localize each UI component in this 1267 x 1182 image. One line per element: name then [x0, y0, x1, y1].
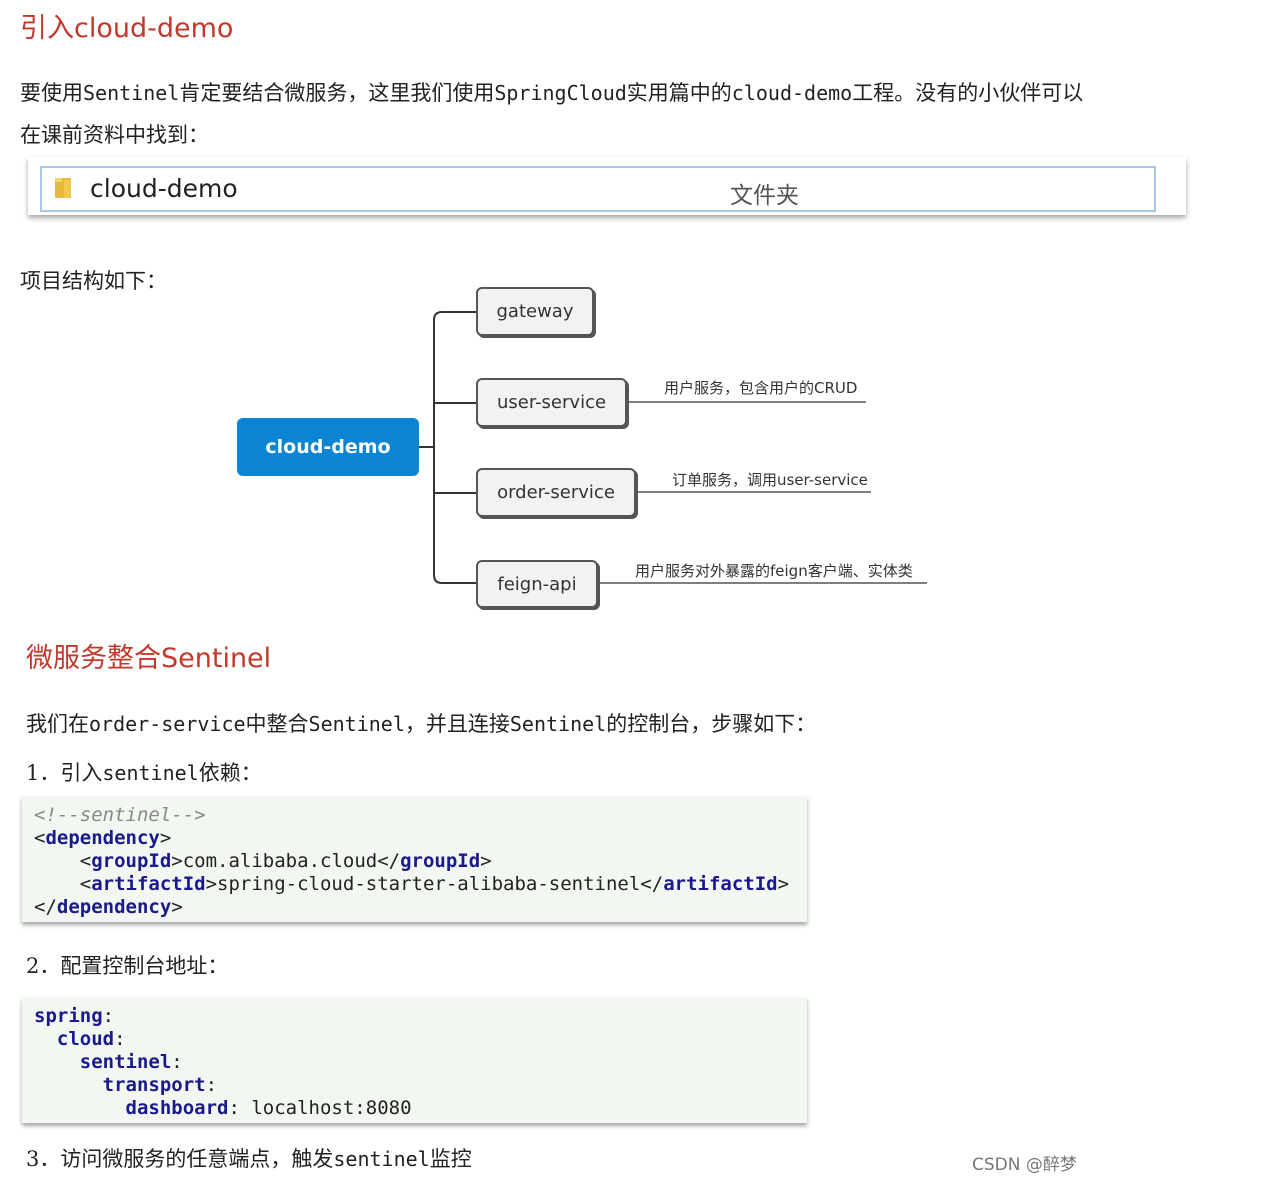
code-line-artifactid: <artifactId>spring-cloud-starter-alibaba…	[34, 873, 790, 895]
sentinel-intro-paragraph: 我们在order-service中整合Sentinel，并且连接Sentinel…	[26, 703, 816, 745]
mindmap-root-node: cloud-demo	[237, 418, 419, 476]
yaml-line-cloud: cloud:	[56, 1028, 126, 1050]
yaml-key: spring	[34, 1005, 103, 1027]
text-run: 中整合	[245, 712, 309, 736]
xml-value: spring-cloud-starter-alibaba-sentinel	[217, 873, 641, 895]
xml-tag: artifactId	[91, 873, 206, 895]
xml-value: com.alibaba.cloud	[182, 850, 378, 872]
text-run: 的控制台，步骤如下：	[606, 712, 817, 736]
text-run: 监控	[429, 1147, 472, 1171]
mindmap-note-user-service: 用户服务，包含用户的CRUD	[664, 379, 858, 397]
text-run: 依赖：	[198, 761, 262, 785]
yaml-key: dashboard	[125, 1097, 229, 1119]
xml-tag: artifactId	[663, 873, 778, 895]
inline-code: sentinel	[102, 761, 199, 785]
mindmap-connectors	[419, 311, 927, 584]
yaml-key: sentinel	[79, 1051, 172, 1073]
inline-code: Sentinel	[308, 712, 405, 736]
xml-tag: groupId	[91, 850, 172, 872]
step-1-label: 1．引入sentinel依赖：	[26, 752, 262, 794]
yaml-key: transport	[102, 1074, 206, 1096]
mindmap-node-feign-api: feign-api	[476, 560, 598, 608]
code-line-groupid: <groupId>com.alibaba.cloud</groupId>	[34, 850, 492, 872]
inline-code: Sentinel	[509, 712, 607, 736]
yaml-line-spring: spring:	[34, 1005, 115, 1027]
code-line-dependency-open: <dependency>	[34, 827, 172, 849]
text-run: ，并且连接	[404, 712, 510, 736]
code-block-dependency[interactable]: <!--sentinel--> <dependency> <groupId>co…	[22, 796, 807, 922]
step-3-label: 3．访问微服务的任意端点，触发sentinel监控	[26, 1138, 472, 1180]
inline-code: sentinel	[333, 1147, 430, 1171]
code-comment: <!--sentinel-->	[34, 804, 206, 826]
code-block-yaml-config[interactable]: spring: cloud: sentinel: transport: dash…	[22, 997, 807, 1123]
text-run: 1．引入	[26, 761, 103, 785]
text-run: 我们在	[26, 712, 89, 736]
section-title-sentinel: 微服务整合Sentinel	[26, 643, 272, 674]
csdn-watermark: CSDN @醉梦	[972, 1155, 1077, 1175]
mindmap-node-gateway: gateway	[476, 287, 594, 336]
xml-tag: groupId	[400, 850, 481, 872]
yaml-line-sentinel: sentinel:	[79, 1051, 183, 1073]
yaml-line-dashboard: dashboard: localhost:8080	[125, 1097, 412, 1119]
code-line-dependency-close: </dependency>	[34, 896, 183, 918]
text-run: 3．访问微服务的任意端点，触发	[26, 1147, 334, 1171]
mindmap-node-order-service: order-service	[476, 468, 636, 517]
inline-code: order-service	[89, 712, 246, 736]
step-2-label: 2．配置控制台地址：	[26, 954, 229, 978]
connector-trunk	[433, 311, 476, 584]
yaml-value: localhost:8080	[251, 1097, 412, 1119]
yaml-line-transport: transport:	[102, 1074, 218, 1096]
mindmap-note-feign-api: 用户服务对外暴露的feign客户端、实体类	[635, 562, 913, 580]
yaml-key: cloud	[56, 1028, 115, 1050]
mindmap-node-user-service: user-service	[476, 378, 627, 427]
xml-tag: dependency	[56, 896, 172, 918]
mindmap-note-order-service: 订单服务，调用user-service	[672, 471, 868, 489]
xml-tag: dependency	[45, 827, 160, 849]
